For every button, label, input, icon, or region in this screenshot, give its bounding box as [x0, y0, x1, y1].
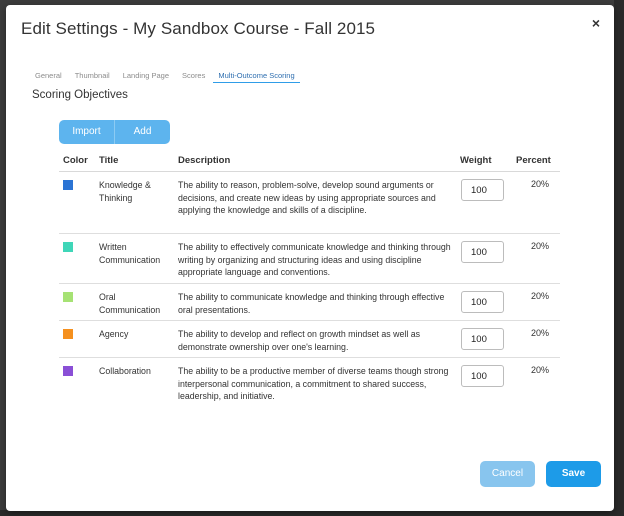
objectives-table: Color Title Description Weight Percent K… — [59, 150, 560, 408]
close-icon[interactable]: × — [588, 15, 604, 31]
table-row: Knowledge & Thinking The ability to reas… — [59, 172, 560, 234]
objective-description: The ability to effectively communicate k… — [178, 242, 451, 277]
objective-title: Written Communication — [99, 242, 161, 265]
color-swatch[interactable] — [63, 329, 73, 339]
objective-percent: 20% — [531, 365, 550, 375]
header-title: Title — [99, 155, 119, 166]
objective-description: The ability to communicate knowledge and… — [178, 292, 445, 315]
objective-percent: 20% — [531, 291, 550, 301]
tab-scores[interactable]: Scores — [177, 71, 210, 83]
edit-settings-dialog: Edit Settings - My Sandbox Course - Fall… — [6, 5, 614, 511]
objective-description: The ability to reason, problem-solve, de… — [178, 180, 436, 215]
table-row: Written Communication The ability to eff… — [59, 234, 560, 284]
color-swatch[interactable] — [63, 292, 73, 302]
add-button[interactable]: Add — [115, 120, 170, 144]
table-header: Color Title Description Weight Percent — [59, 150, 560, 172]
header-color: Color — [63, 155, 88, 166]
weight-input[interactable] — [461, 241, 504, 263]
backdrop-edge — [614, 0, 624, 516]
section-title: Scoring Objectives — [32, 89, 128, 101]
objective-percent: 20% — [531, 328, 550, 338]
tab-thumbnail[interactable]: Thumbnail — [70, 71, 115, 83]
objective-title: Oral Communication — [99, 292, 161, 315]
dialog-title: Edit Settings - My Sandbox Course - Fall… — [21, 19, 376, 38]
tab-general[interactable]: General — [30, 71, 67, 83]
cancel-button[interactable]: Cancel — [480, 461, 535, 487]
objective-title: Agency — [99, 329, 129, 339]
save-button[interactable]: Save — [546, 461, 601, 487]
tab-multi-outcome-scoring[interactable]: Multi-Outcome Scoring — [213, 71, 300, 83]
table-row: Collaboration The ability to be a produc… — [59, 358, 560, 408]
header-description: Description — [178, 155, 231, 166]
objective-title: Collaboration — [99, 366, 151, 376]
objective-description: The ability to be a productive member of… — [178, 366, 449, 401]
tab-landing-page[interactable]: Landing Page — [118, 71, 174, 83]
color-swatch[interactable] — [63, 180, 73, 190]
table-row: Oral Communication The ability to commun… — [59, 284, 560, 321]
objective-percent: 20% — [531, 241, 550, 251]
objective-description: The ability to develop and reflect on gr… — [178, 329, 421, 352]
weight-input[interactable] — [461, 365, 504, 387]
import-add-button-group: Import Add — [59, 120, 170, 144]
import-button[interactable]: Import — [59, 120, 115, 144]
settings-tabs: General Thumbnail Landing Page Scores Mu… — [30, 71, 303, 83]
color-swatch[interactable] — [63, 242, 73, 252]
objective-percent: 20% — [531, 179, 550, 189]
header-percent: Percent — [516, 155, 551, 166]
color-swatch[interactable] — [63, 366, 73, 376]
weight-input[interactable] — [461, 328, 504, 350]
objective-title: Knowledge & Thinking — [99, 180, 151, 203]
table-row: Agency The ability to develop and reflec… — [59, 321, 560, 358]
weight-input[interactable] — [461, 179, 504, 201]
header-weight: Weight — [460, 155, 492, 166]
weight-input[interactable] — [461, 291, 504, 313]
